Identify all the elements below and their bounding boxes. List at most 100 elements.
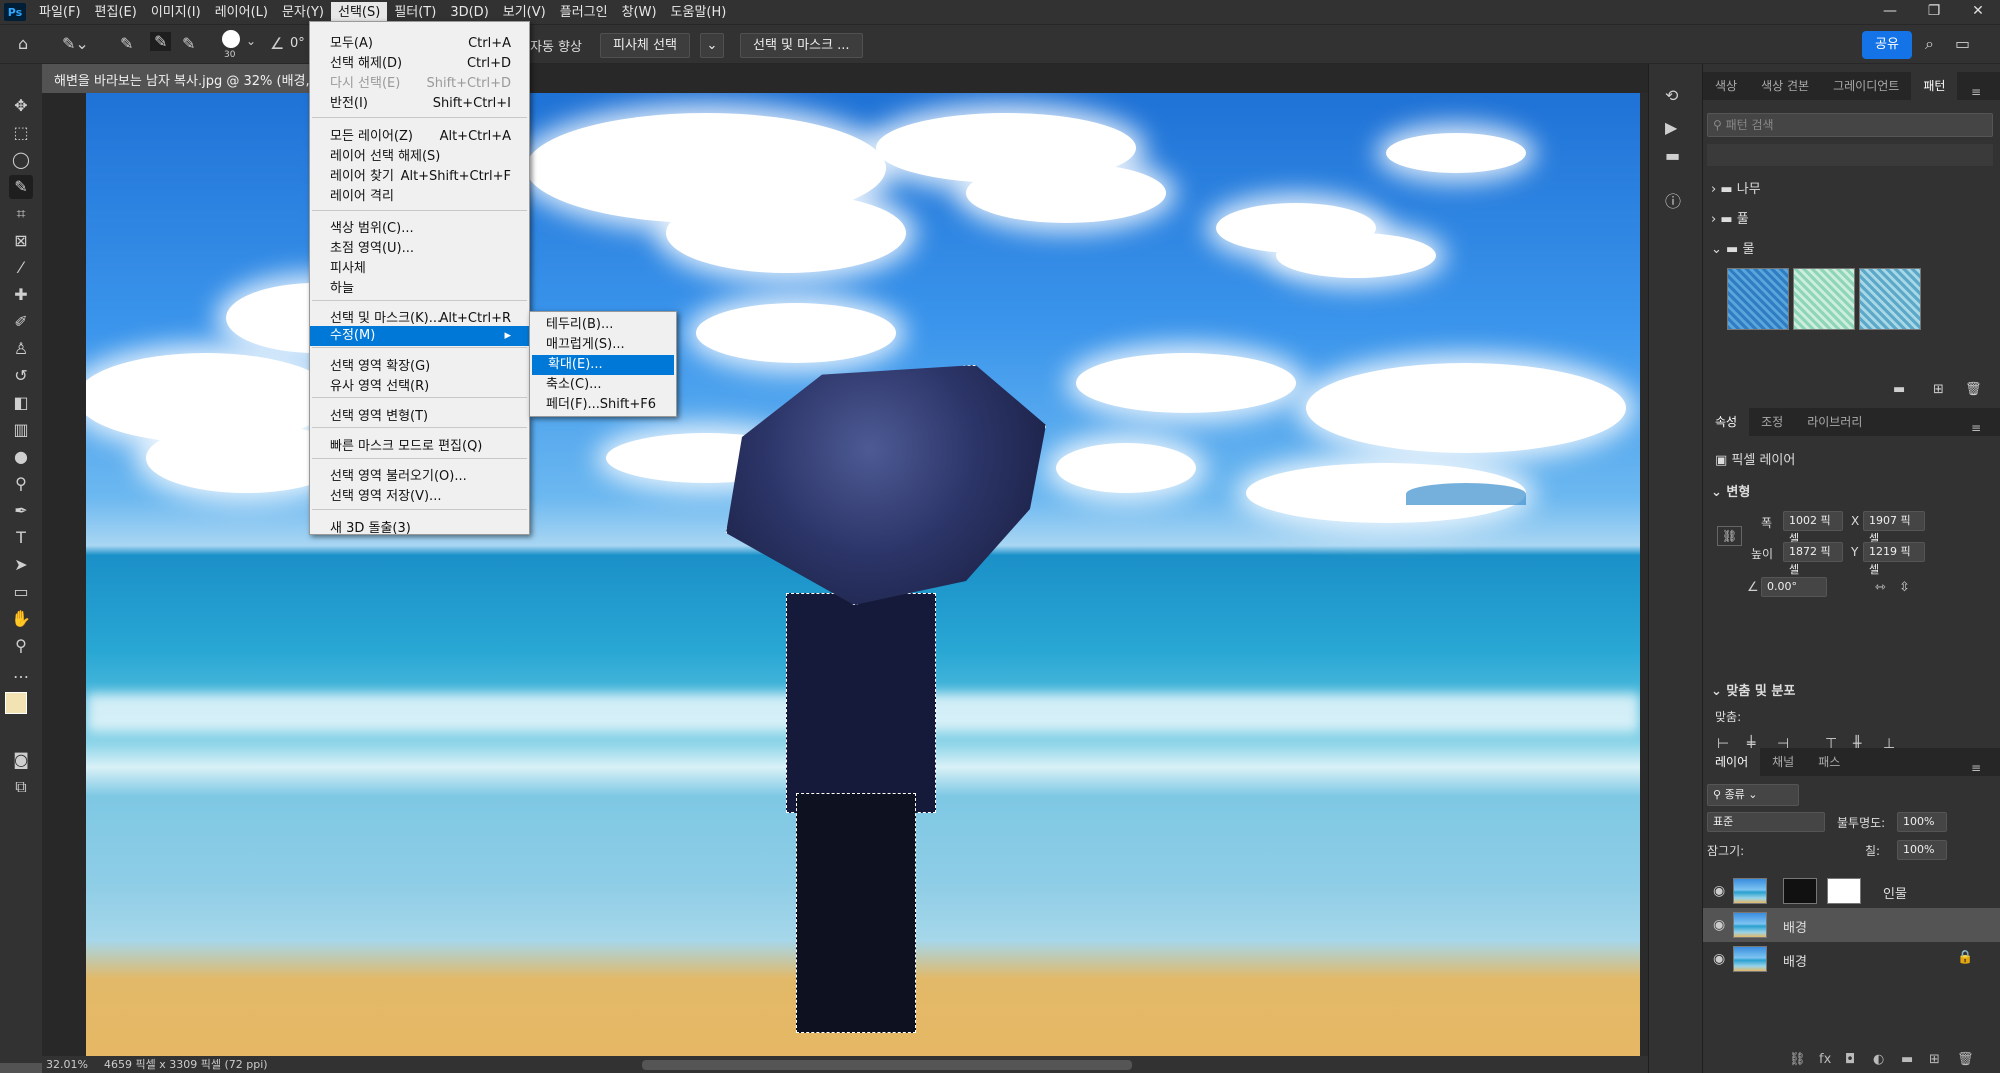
layer-row-person[interactable]: ◉ 인물: [1703, 874, 2000, 908]
new-pattern-icon[interactable]: ⊞: [1933, 382, 1944, 397]
workspace-icon[interactable]: ▭: [1955, 34, 1970, 53]
hand-tool-icon[interactable]: ✋: [9, 607, 33, 631]
select-menu-item-15[interactable]: 유사 영역 선택(R): [310, 377, 529, 397]
transform-section[interactable]: ⌄ 변형: [1711, 481, 1750, 500]
menu-item-7[interactable]: 3D(D): [443, 2, 495, 22]
kind-filter[interactable]: ⚲ 종류 ⌄: [1707, 784, 1799, 806]
tab-patterns[interactable]: 패턴: [1911, 72, 1958, 100]
horizontal-scrollbar[interactable]: [642, 1060, 1132, 1070]
menu-item-0[interactable]: 파일(F): [32, 2, 88, 22]
tab-properties[interactable]: 속성: [1703, 408, 1750, 436]
menu-item-10[interactable]: 창(W): [615, 2, 664, 22]
pattern-group-wood[interactable]: › ▬ 나무: [1711, 178, 1761, 197]
tab-layers[interactable]: 레이어: [1703, 748, 1761, 776]
select-menu-item-6[interactable]: 레이어 찾기 Alt+Shift+Ctrl+F: [310, 167, 529, 187]
select-menu-item-16[interactable]: 선택 영역 변형(T): [310, 407, 529, 427]
select-menu-item-4[interactable]: 모든 레이어(Z) Alt+Ctrl+A: [310, 127, 529, 147]
trash-icon[interactable]: 🗑: [1957, 1052, 1974, 1067]
modify-submenu-item-4[interactable]: 페더(F)... Shift+F6: [530, 395, 676, 415]
minimize-button[interactable]: —: [1868, 0, 1912, 24]
pattern-thumb-1[interactable]: [1727, 268, 1789, 330]
new-layer-icon[interactable]: ⊞: [1929, 1052, 1940, 1067]
width-field[interactable]: 1002 픽셀: [1783, 511, 1843, 545]
eyedropper-tool-icon[interactable]: ⁄: [9, 256, 33, 280]
layer-mask-thumb[interactable]: [1783, 878, 1817, 904]
tab-gradients[interactable]: 그레이디언트: [1821, 72, 1911, 100]
share-button[interactable]: 공유: [1862, 31, 1912, 59]
select-menu-item-8[interactable]: 색상 범위(C)...: [310, 219, 529, 239]
quick-select-tool-icon[interactable]: ✎⌄: [62, 34, 89, 53]
trash-icon[interactable]: 🗑: [1965, 382, 1982, 397]
layer-row-background[interactable]: ◉ 배경 🔒: [1703, 942, 2000, 976]
tab-color[interactable]: 색상: [1703, 72, 1749, 100]
pattern-group-water[interactable]: ⌄ ▬ 물: [1711, 238, 1754, 257]
pattern-group-grass[interactable]: › ▬ 풀: [1711, 208, 1749, 227]
align-section[interactable]: ⌄ 맞춤 및 분포: [1711, 680, 1795, 699]
actions-play-icon[interactable]: ▶: [1665, 118, 1677, 137]
gradient-tool-icon[interactable]: ▥: [9, 418, 33, 442]
blend-mode-select[interactable]: 표준: [1707, 812, 1825, 832]
marquee-tool-icon[interactable]: ⬚: [9, 121, 33, 145]
home-icon[interactable]: ⌂: [18, 34, 28, 53]
document-tab[interactable]: 해변을 바라보는 남자 복사.jpg @ 32% (배경, R: [42, 64, 312, 93]
select-menu-item-13[interactable]: 수정(M) ▸: [310, 326, 529, 346]
brush-tool-icon[interactable]: ✐: [9, 310, 33, 334]
close-button[interactable]: ✕: [1956, 0, 2000, 24]
chevron-down-icon[interactable]: ⌄: [246, 34, 256, 48]
fill-field[interactable]: 100%: [1897, 840, 1947, 860]
menu-item-5[interactable]: 선택(S): [330, 2, 388, 22]
visibility-eye-icon[interactable]: ◉: [1713, 917, 1725, 933]
height-field[interactable]: 1872 픽셀: [1783, 542, 1843, 576]
auto-enhance-label[interactable]: 자동 향상: [530, 36, 582, 55]
menu-item-8[interactable]: 보기(V): [496, 2, 553, 22]
add-selection-icon[interactable]: ✎: [150, 32, 172, 51]
layer-mask-thumb-2[interactable]: [1827, 878, 1861, 904]
select-menu-item-5[interactable]: 레이어 선택 해제(S): [310, 147, 529, 167]
menu-item-9[interactable]: 플러그인: [553, 2, 615, 22]
foreground-color-swatch[interactable]: [5, 692, 27, 714]
select-menu-item-17[interactable]: 빠른 마스크 모드로 편집(Q): [310, 437, 529, 457]
link-icon[interactable]: ⛓: [1717, 526, 1743, 546]
dodge-tool-icon[interactable]: ⚲: [9, 472, 33, 496]
pattern-slider[interactable]: [1707, 144, 1993, 166]
select-menu-item-0[interactable]: 모두(A) Ctrl+A: [310, 34, 529, 54]
modify-submenu-item-3[interactable]: 축소(C)...: [530, 375, 676, 395]
select-and-mask-button[interactable]: 선택 및 마스크 ...: [740, 33, 863, 58]
select-menu-item-20[interactable]: 새 3D 돌출(3): [310, 519, 529, 539]
tab-adjustments[interactable]: 조정: [1749, 408, 1795, 436]
pen-tool-icon[interactable]: ✒: [9, 499, 33, 523]
select-subject-button[interactable]: 피사체 선택: [600, 33, 690, 58]
angle-value[interactable]: 0°: [290, 36, 305, 51]
select-menu-item-14[interactable]: 선택 영역 확장(G): [310, 357, 529, 377]
subtract-selection-icon[interactable]: ✎: [182, 34, 195, 53]
angle-field[interactable]: 0.00°: [1761, 577, 1827, 597]
x-field[interactable]: 1907 픽셀: [1863, 511, 1925, 545]
menu-item-6[interactable]: 필터(T): [387, 2, 443, 22]
y-field[interactable]: 1219 픽셀: [1863, 542, 1925, 576]
visibility-eye-icon[interactable]: ◉: [1713, 883, 1725, 899]
screen-mode-icon[interactable]: ⧉: [9, 775, 33, 799]
tab-swatches[interactable]: 색상 견본: [1749, 72, 1821, 100]
fx-icon[interactable]: fx: [1819, 1052, 1831, 1067]
frame-tool-icon[interactable]: ⊠: [9, 229, 33, 253]
pattern-thumb-2[interactable]: [1793, 268, 1855, 330]
menu-item-11[interactable]: 도움말(H): [664, 2, 734, 22]
link-layers-icon[interactable]: ⛓: [1789, 1052, 1806, 1067]
select-menu-item-2[interactable]: 다시 선택(E) Shift+Ctrl+D: [310, 74, 529, 94]
select-menu-item-19[interactable]: 선택 영역 저장(V)...: [310, 487, 529, 507]
menu-item-2[interactable]: 이미지(I): [144, 2, 208, 22]
zoom-level[interactable]: 32.01%: [46, 1056, 88, 1073]
new-group-icon[interactable]: ▬: [1893, 382, 1905, 397]
adjustment-icon[interactable]: ◐: [1873, 1052, 1884, 1067]
comments-icon[interactable]: ▬: [1665, 146, 1680, 165]
panel-menu-icon[interactable]: ≡: [1959, 754, 1993, 782]
path-select-icon[interactable]: ➤: [9, 553, 33, 577]
menu-item-4[interactable]: 문자(Y): [275, 2, 331, 22]
crop-tool-icon[interactable]: ⌗: [9, 202, 33, 226]
stamp-tool-icon[interactable]: ♙: [9, 337, 33, 361]
select-menu-item-1[interactable]: 선택 해제(D) Ctrl+D: [310, 54, 529, 74]
flip-horizontal-icon[interactable]: ⇿: [1875, 580, 1886, 595]
tab-paths[interactable]: 패스: [1806, 748, 1852, 776]
modify-submenu-item-0[interactable]: 테두리(B)...: [530, 315, 676, 335]
vertical-scrollbar[interactable]: [1640, 93, 1648, 1056]
